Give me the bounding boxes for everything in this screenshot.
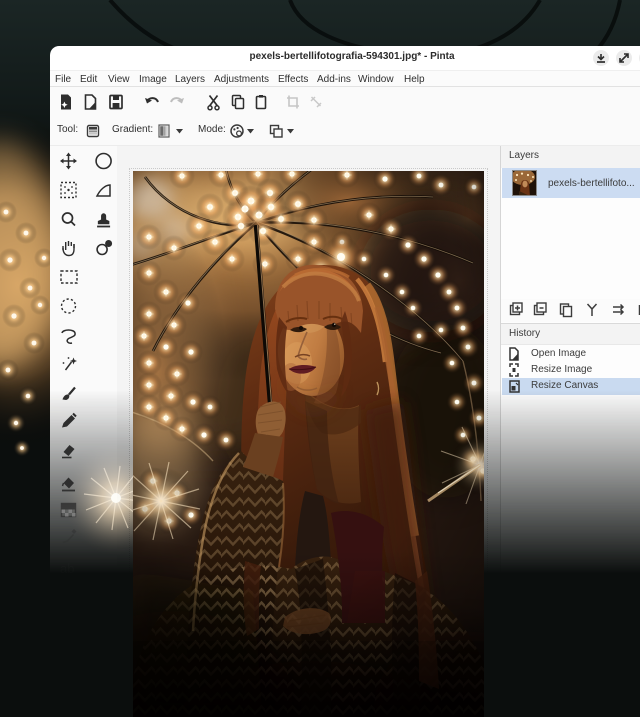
svg-text:ab: ab bbox=[60, 561, 74, 576]
